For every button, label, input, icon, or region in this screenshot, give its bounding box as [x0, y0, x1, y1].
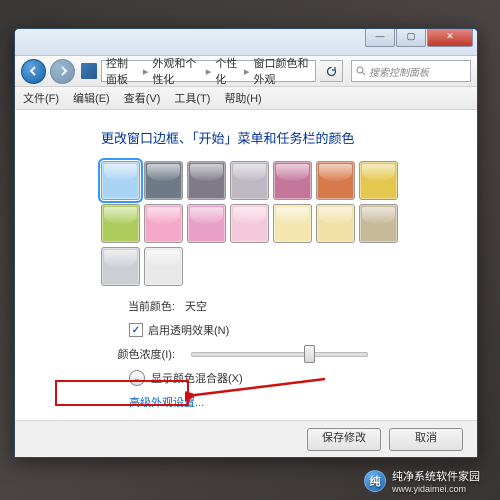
color-swatch[interactable] [316, 204, 355, 243]
chevron-down-icon: ⌄ [129, 370, 145, 386]
color-swatch[interactable] [316, 161, 355, 200]
advanced-settings-link[interactable]: 高级外观设置... [129, 394, 204, 410]
watermark-icon: 纯 [364, 470, 386, 492]
minimize-button[interactable]: — [365, 29, 395, 47]
menu-edit[interactable]: 编辑(E) [73, 90, 110, 106]
transparency-checkbox[interactable]: ✓ [129, 323, 143, 337]
chevron-right-icon: ▸ [244, 65, 250, 78]
close-button[interactable]: ✕ [427, 29, 473, 47]
save-button[interactable]: 保存修改 [307, 428, 381, 451]
breadcrumb-part[interactable]: 控制面板 [106, 55, 139, 87]
watermark-url: www.yidaimei.com [392, 484, 480, 494]
refresh-button[interactable] [320, 60, 343, 82]
breadcrumb-part[interactable]: 个性化 [215, 55, 240, 87]
current-color-label: 当前颜色: [101, 298, 175, 314]
breadcrumb-part[interactable]: 外观和个性化 [152, 55, 201, 87]
menu-file[interactable]: 文件(F) [23, 90, 59, 106]
color-swatch[interactable] [144, 247, 183, 286]
page-title: 更改窗口边框、「开始」菜单和任务栏的颜色 [101, 128, 477, 147]
forward-button[interactable] [50, 59, 75, 84]
control-panel-window: — ▢ ✕ 控制面板▸ 外观和个性化▸ 个性化▸ 窗口颜色和外观 搜索控制面板 … [14, 28, 478, 458]
color-swatch[interactable] [230, 204, 269, 243]
current-color-row: 当前颜色: 天空 [101, 298, 477, 314]
maximize-button[interactable]: ▢ [396, 29, 426, 47]
back-button[interactable] [21, 59, 46, 84]
color-swatch[interactable] [144, 204, 183, 243]
color-swatch[interactable] [359, 204, 398, 243]
cancel-button[interactable]: 取消 [389, 428, 463, 451]
color-swatch[interactable] [101, 204, 140, 243]
breadcrumb-part[interactable]: 窗口颜色和外观 [253, 55, 311, 87]
color-swatch[interactable] [230, 161, 269, 200]
menu-help[interactable]: 帮助(H) [224, 90, 261, 106]
titlebar[interactable]: — ▢ ✕ [15, 29, 477, 56]
intensity-label: 颜色浓度(I): [101, 346, 175, 362]
content-area: 更改窗口边框、「开始」菜单和任务栏的颜色 当前颜色: 天空 ✓ 启用透明效果(N… [15, 110, 477, 446]
transparency-label: 启用透明效果(N) [148, 322, 229, 338]
color-swatch-grid [101, 161, 437, 286]
intensity-row: 颜色浓度(I): [101, 346, 477, 362]
color-swatch[interactable] [101, 247, 140, 286]
nav-bar: 控制面板▸ 外观和个性化▸ 个性化▸ 窗口颜色和外观 搜索控制面板 [15, 56, 477, 87]
color-swatch[interactable] [359, 161, 398, 200]
color-swatch[interactable] [187, 161, 226, 200]
chevron-right-icon: ▸ [143, 65, 149, 78]
breadcrumb[interactable]: 控制面板▸ 外观和个性化▸ 个性化▸ 窗口颜色和外观 [101, 60, 316, 82]
control-panel-icon [81, 63, 97, 79]
search-placeholder: 搜索控制面板 [369, 64, 429, 79]
current-color-name: 天空 [185, 298, 207, 314]
chevron-right-icon: ▸ [206, 65, 212, 78]
watermark-title: 纯净系统软件家园 [392, 468, 480, 484]
button-bar: 保存修改 取消 [15, 420, 477, 457]
mixer-toggle[interactable]: ⌄ 显示颜色混合器(X) [129, 370, 477, 386]
intensity-slider[interactable] [191, 352, 368, 357]
color-swatch[interactable] [144, 161, 183, 200]
mixer-label: 显示颜色混合器(X) [151, 370, 243, 386]
slider-thumb[interactable] [304, 345, 315, 363]
color-swatch[interactable] [101, 161, 140, 200]
color-swatch[interactable] [187, 204, 226, 243]
color-swatch[interactable] [273, 204, 312, 243]
color-swatch[interactable] [273, 161, 312, 200]
menu-view[interactable]: 查看(V) [124, 90, 161, 106]
menu-tools[interactable]: 工具(T) [174, 90, 210, 106]
search-input[interactable]: 搜索控制面板 [351, 60, 471, 82]
watermark: 纯 纯净系统软件家园 www.yidaimei.com [364, 468, 480, 494]
transparency-row: ✓ 启用透明效果(N) [129, 322, 477, 338]
menu-bar: 文件(F) 编辑(E) 查看(V) 工具(T) 帮助(H) [15, 87, 477, 110]
